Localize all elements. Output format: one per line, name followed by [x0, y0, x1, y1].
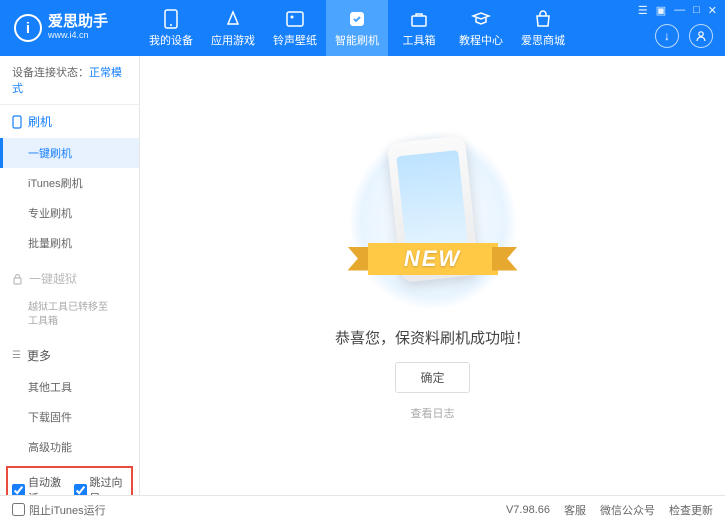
service-link[interactable]: 客服 — [564, 502, 586, 518]
flash-icon — [347, 9, 367, 29]
window-controls: ☰ ▣ — □ ✕ — [638, 4, 717, 17]
lock-icon — [12, 273, 23, 285]
menu-icon[interactable]: ☰ — [638, 4, 648, 17]
apps-icon — [223, 9, 243, 29]
close-icon[interactable]: ✕ — [708, 4, 717, 17]
logo: i 爱思助手 www.i4.cn — [0, 14, 140, 42]
section-more[interactable]: ☰ 更多 — [0, 339, 139, 372]
main-content: NEW 恭喜您，保资料刷机成功啦！ 确定 查看日志 — [140, 56, 725, 495]
wechat-link[interactable]: 微信公众号 — [600, 502, 655, 518]
checkbox-skip-guide[interactable]: 跳过向导 — [74, 474, 128, 495]
logo-icon: i — [14, 14, 42, 42]
phone-small-icon — [12, 115, 22, 129]
sidebar-item-batch[interactable]: 批量刷机 — [0, 228, 139, 258]
new-ribbon: NEW — [348, 239, 518, 279]
sidebar-item-firmware[interactable]: 下载固件 — [0, 402, 139, 432]
section-jailbreak[interactable]: 一键越狱 — [0, 262, 139, 295]
version-label: V7.98.66 — [506, 504, 550, 516]
section-flash[interactable]: 刷机 — [0, 105, 139, 138]
app-window: i 爱思助手 www.i4.cn 我的设备 应用游戏 铃声壁纸 智能刷机 — [0, 0, 725, 523]
sidebar-item-pro[interactable]: 专业刷机 — [0, 198, 139, 228]
top-nav: 我的设备 应用游戏 铃声壁纸 智能刷机 工具箱 教程中心 — [140, 0, 574, 56]
user-icon[interactable] — [689, 24, 713, 48]
titlebar: i 爱思助手 www.i4.cn 我的设备 应用游戏 铃声壁纸 智能刷机 — [0, 0, 725, 56]
checkbox-auto-activate[interactable]: 自动激活 — [12, 474, 66, 495]
update-link[interactable]: 检查更新 — [669, 502, 713, 518]
nav-device[interactable]: 我的设备 — [140, 0, 202, 56]
sidebar-item-other[interactable]: 其他工具 — [0, 372, 139, 402]
store-icon — [533, 9, 553, 29]
block-itunes-checkbox[interactable]: 阻止iTunes运行 — [12, 502, 106, 518]
nav-store[interactable]: 爱思商城 — [512, 0, 574, 56]
nav-tutorial[interactable]: 教程中心 — [450, 0, 512, 56]
ok-button[interactable]: 确定 — [395, 362, 469, 393]
wallpaper-icon — [285, 9, 305, 29]
checkbox-highlight-box: 自动激活 跳过向导 — [6, 466, 133, 495]
connection-status: 设备连接状态：正常模式 — [0, 56, 139, 105]
sidebar-item-oneclick[interactable]: 一键刷机 — [0, 138, 139, 168]
toolbox-icon — [409, 9, 429, 29]
nav-flash[interactable]: 智能刷机 — [326, 0, 388, 56]
success-illustration: NEW — [348, 131, 518, 311]
nav-toolbox[interactable]: 工具箱 — [388, 0, 450, 56]
sidebar-item-advanced[interactable]: 高级功能 — [0, 432, 139, 462]
sidebar-item-itunes[interactable]: iTunes刷机 — [0, 168, 139, 198]
minimize-icon[interactable]: — — [674, 4, 685, 17]
skin-icon[interactable]: ▣ — [656, 4, 666, 17]
hamburger-icon: ☰ — [12, 350, 21, 361]
jailbreak-note: 越狱工具已转移至 工具箱 — [0, 295, 139, 335]
nav-ringtones[interactable]: 铃声壁纸 — [264, 0, 326, 56]
sidebar: 设备连接状态：正常模式 刷机 一键刷机 iTunes刷机 专业刷机 批量刷机 一… — [0, 56, 140, 495]
download-icon[interactable]: ↓ — [655, 24, 679, 48]
app-url: www.i4.cn — [48, 29, 108, 42]
maximize-icon[interactable]: □ — [693, 4, 700, 17]
success-message: 恭喜您，保资料刷机成功啦！ — [335, 327, 530, 348]
nav-apps[interactable]: 应用游戏 — [202, 0, 264, 56]
phone-icon — [161, 9, 181, 29]
statusbar: 阻止iTunes运行 V7.98.66 客服 微信公众号 检查更新 — [0, 495, 725, 523]
app-name: 爱思助手 — [48, 14, 108, 29]
view-log-link[interactable]: 查看日志 — [411, 405, 455, 421]
tutorial-icon — [471, 9, 491, 29]
